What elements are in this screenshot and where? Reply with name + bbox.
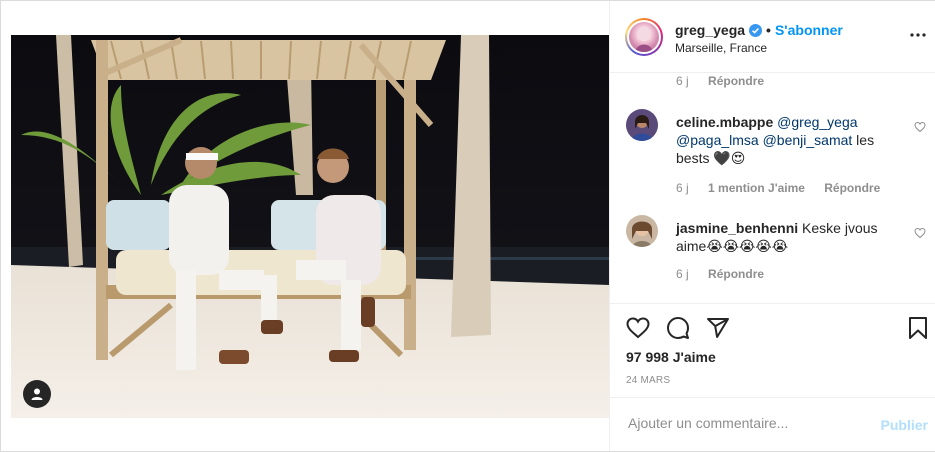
header-title-row: greg_yega • S'abonner xyxy=(675,22,843,38)
mention-link[interactable]: @benji_samat xyxy=(763,132,853,148)
beach-cabana-photo xyxy=(11,35,609,418)
username-link[interactable]: greg_yega xyxy=(675,22,745,38)
comment-username[interactable]: celine.mbappe xyxy=(676,114,773,130)
share-icon[interactable] xyxy=(706,316,730,340)
comment-icon[interactable] xyxy=(666,316,690,340)
comment-time: 6 j xyxy=(676,181,689,195)
user-tag-button[interactable] xyxy=(23,380,51,408)
commenter-photo xyxy=(626,215,658,247)
more-horizontal-icon[interactable] xyxy=(908,25,928,45)
comment-username[interactable]: jasmine_benhenni xyxy=(676,220,798,236)
comment-avatar[interactable] xyxy=(626,109,658,141)
post-actions: 97 998 J'aime 24 MARS xyxy=(610,303,935,402)
post-photo[interactable] xyxy=(11,35,609,418)
separator-dot: • xyxy=(766,22,771,38)
verified-badge-icon xyxy=(749,23,763,37)
reply-button[interactable]: Répondre xyxy=(824,181,880,195)
commenter-photo xyxy=(626,109,658,141)
avatar-image xyxy=(635,26,653,52)
post-container: greg_yega • S'abonner Marseille, France … xyxy=(0,0,935,452)
comments-list[interactable]: 6 j Répondre celine.mbappe @greg_yega @p… xyxy=(610,73,935,303)
location-link[interactable]: Marseille, France xyxy=(675,41,767,55)
comment-text: celine.mbappe @greg_yega @paga_lmsa @ben… xyxy=(676,113,902,167)
avatar[interactable] xyxy=(625,18,663,56)
comment-like-icon[interactable] xyxy=(914,121,926,133)
comment-meta: 6 j Répondre xyxy=(676,74,764,88)
reply-button[interactable]: Répondre xyxy=(708,74,764,88)
post-header: greg_yega • S'abonner Marseille, France xyxy=(610,1,935,73)
post-sidebar: greg_yega • S'abonner Marseille, France … xyxy=(609,1,935,451)
heart-icon[interactable] xyxy=(626,316,650,340)
comment-input[interactable] xyxy=(626,414,870,432)
likes-count[interactable]: 97 998 J'aime xyxy=(626,349,716,365)
comment-likes-count[interactable]: 1 mention J'aime xyxy=(708,181,805,195)
comment-composer: Publier xyxy=(610,397,935,452)
person-icon xyxy=(31,388,43,400)
mention-link[interactable]: @greg_yega xyxy=(777,114,857,130)
post-date[interactable]: 24 MARS xyxy=(626,375,670,386)
comment-avatar[interactable] xyxy=(626,215,658,247)
comment-meta: 6 j Répondre xyxy=(676,267,764,281)
follow-button[interactable]: S'abonner xyxy=(775,22,843,38)
comment-meta: 6 j 1 mention J'aime Répondre xyxy=(676,181,880,195)
reply-button[interactable]: Répondre xyxy=(708,267,764,281)
comment-time: 6 j xyxy=(676,267,689,281)
comment-like-icon[interactable] xyxy=(914,227,926,239)
comment-time: 6 j xyxy=(676,74,689,88)
mention-link[interactable]: @paga_lmsa xyxy=(676,132,759,148)
bookmark-icon[interactable] xyxy=(906,316,930,340)
comment-text: jasmine_benhenni Keske jvous aime😭😭😭😭😭 xyxy=(676,219,902,255)
publish-button[interactable]: Publier xyxy=(881,417,928,433)
